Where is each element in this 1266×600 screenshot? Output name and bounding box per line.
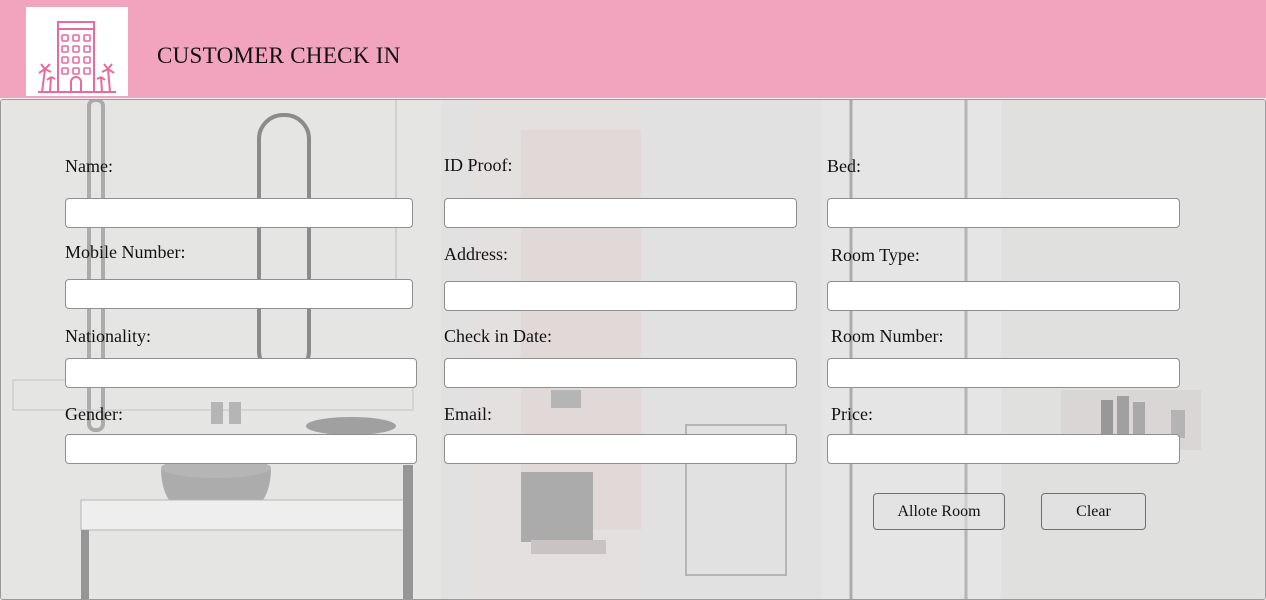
page-title: CUSTOMER CHECK IN <box>157 43 401 68</box>
check-in-date-field[interactable] <box>444 358 797 388</box>
gender-label: Gender: <box>65 404 123 424</box>
email-field[interactable] <box>444 434 797 464</box>
mobile-number-label: Mobile Number: <box>65 242 186 262</box>
allot-room-button[interactable]: Allote Room <box>873 493 1005 530</box>
price-label: Price: <box>831 404 873 424</box>
room-type-field[interactable] <box>827 281 1180 311</box>
check-in-form-panel: Name: ID Proof: Bed: Mobile Number: Addr… <box>0 99 1266 600</box>
room-type-label: Room Type: <box>831 245 920 265</box>
name-field[interactable] <box>65 198 413 228</box>
bed-label: Bed: <box>827 156 861 176</box>
address-field[interactable] <box>444 281 797 311</box>
nationality-label: Nationality: <box>65 326 151 346</box>
room-number-field[interactable] <box>827 358 1180 388</box>
id-proof-label: ID Proof: <box>444 155 513 175</box>
gender-field[interactable] <box>65 434 417 464</box>
hotel-logo <box>26 7 128 96</box>
app-header: CUSTOMER CHECK IN <box>0 0 1266 98</box>
address-label: Address: <box>444 244 508 264</box>
check-in-date-label: Check in Date: <box>444 326 552 346</box>
room-number-label: Room Number: <box>831 326 944 346</box>
id-proof-field[interactable] <box>444 198 797 228</box>
bed-field[interactable] <box>827 198 1180 228</box>
price-field[interactable] <box>827 434 1180 464</box>
name-label: Name: <box>65 156 113 176</box>
hotel-building-icon <box>38 21 116 93</box>
email-label: Email: <box>444 404 492 424</box>
clear-button[interactable]: Clear <box>1041 493 1146 530</box>
nationality-field[interactable] <box>65 358 417 388</box>
mobile-number-field[interactable] <box>65 279 413 309</box>
